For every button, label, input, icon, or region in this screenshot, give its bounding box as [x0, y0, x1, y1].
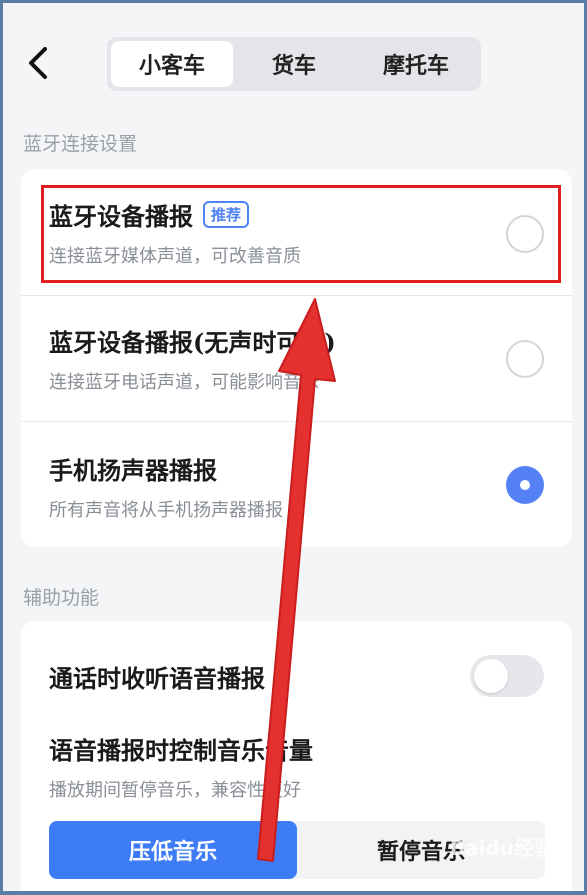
divider — [21, 421, 572, 422]
lower-music-button[interactable]: 压低音乐 — [49, 821, 297, 879]
option-bluetooth-call[interactable]: 蓝牙设备播报(无声时可选) 连接蓝牙电话声道，可能影响音乐 — [21, 323, 572, 394]
vehicle-type-tabs: 小客车 货车 摩托车 — [107, 37, 481, 91]
option-title: 蓝牙设备播报 推荐 — [49, 197, 572, 232]
screen: 小客车 货车 摩托车 蓝牙连接设置 蓝牙设备播报 推荐 连接蓝牙媒体声道，可改善… — [3, 3, 584, 891]
option-subtitle: 所有声音将从手机扬声器播报 — [49, 500, 283, 521]
call-listen-toggle[interactable] — [470, 655, 544, 697]
option-title-text: 蓝牙设备播报 — [49, 202, 193, 231]
option-title: 蓝牙设备播报(无声时可选) — [49, 328, 336, 357]
music-control-row: 语音播报时控制音乐音量 播放期间暂停音乐，兼容性更好 — [21, 731, 572, 802]
tab-motorcycle[interactable]: 摩托车 — [355, 41, 477, 87]
music-control-title: 语音播报时控制音乐音量 — [49, 736, 313, 765]
bluetooth-options-card: 蓝牙设备播报 推荐 连接蓝牙媒体声道，可改善音质 蓝牙设备播报(无声时可选) 连… — [21, 169, 572, 547]
assist-section-title: 辅助功能 — [23, 587, 100, 609]
radio-bluetooth-media[interactable] — [506, 215, 544, 253]
option-phone-speaker[interactable]: 手机扬声器播报 所有声音将从手机扬声器播报 — [21, 451, 572, 522]
music-control-subtitle: 播放期间暂停音乐，兼容性更好 — [49, 780, 301, 801]
option-subtitle: 连接蓝牙电话声道，可能影响音乐 — [49, 372, 319, 393]
chevron-left-icon — [29, 47, 47, 79]
back-button[interactable] — [21, 43, 57, 83]
watermark: Baidu经验 — [449, 836, 554, 860]
radio-bluetooth-call[interactable] — [506, 340, 544, 378]
option-title: 手机扬声器播报 — [49, 456, 217, 485]
header: 小客车 货车 摩托车 — [3, 3, 584, 103]
divider — [21, 295, 572, 296]
option-bluetooth-media[interactable]: 蓝牙设备播报 推荐 连接蓝牙媒体声道，可改善音质 — [21, 197, 572, 268]
radio-phone-speaker[interactable] — [506, 466, 544, 504]
tab-car[interactable]: 小客车 — [111, 41, 233, 87]
bluetooth-section-title: 蓝牙连接设置 — [23, 133, 138, 155]
tab-truck[interactable]: 货车 — [233, 41, 355, 87]
option-subtitle: 连接蓝牙媒体声道，可改善音质 — [49, 246, 301, 267]
recommended-badge: 推荐 — [203, 201, 250, 228]
